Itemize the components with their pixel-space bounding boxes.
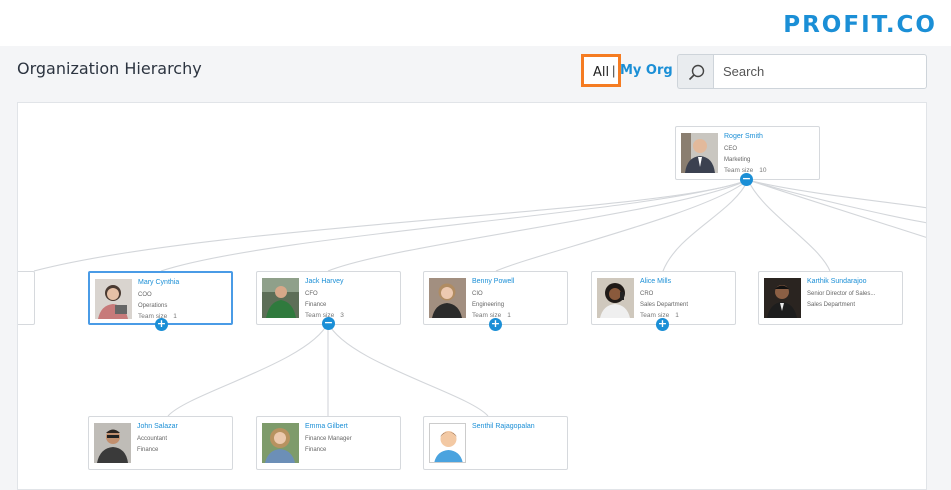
node-name[interactable]: Senthil Rajagopalan [472,423,535,430]
node-role: CRO [640,291,654,297]
avatar [94,423,131,463]
org-node-partial[interactable] [18,271,35,325]
search-input[interactable] [713,54,927,89]
node-name[interactable]: Karthik Sundarajoo [807,278,867,285]
node-department: Operations [138,303,168,309]
node-name[interactable]: John Salazar [137,423,178,430]
node-role: Senior Director of Sales... [807,291,876,297]
page-title: Organization Hierarchy [17,59,202,78]
org-node-emma-gilbert[interactable]: Emma Gilbert Finance Manager Finance [256,416,401,470]
avatar [597,278,634,318]
node-name[interactable]: Roger Smith [724,133,763,140]
filter-my-org-link[interactable]: My Org [620,63,673,78]
node-department: Sales Department [640,302,689,308]
org-node-john-salazar[interactable]: John Salazar Accountant Finance [88,416,233,470]
profitco-logo[interactable]: PROFIT.CO [783,12,937,38]
expand-toggle-alice-mills[interactable]: + [656,318,669,331]
node-role: CIO [472,291,483,297]
node-department: Engineering [472,302,505,308]
filter-separator: | [612,63,616,78]
node-role: CEO [724,146,738,152]
node-department: Finance [305,302,327,308]
avatar-placeholder [429,423,466,463]
user-avatar-icon [430,424,465,462]
node-role: Accountant [137,436,168,442]
avatar [95,279,132,319]
node-role: Finance Manager [305,436,352,442]
node-name[interactable]: Emma Gilbert [305,423,348,430]
avatar [764,278,801,318]
node-name[interactable]: Benny Powell [472,278,514,285]
search-button[interactable] [677,54,714,89]
node-department: Finance [137,447,159,453]
avatar [681,133,718,173]
avatar [429,278,466,318]
org-node-karthik-sundarajoo[interactable]: Karthik Sundarajoo Senior Director of Sa… [758,271,903,325]
avatar [262,423,299,463]
top-bar: PROFIT.CO [0,0,951,46]
node-role: COO [138,292,152,298]
search-icon [688,64,705,81]
org-node-senthil-rajagopalan[interactable]: Senthil Rajagopalan [423,416,568,470]
expand-toggle-mary-cynthia[interactable]: + [155,318,168,331]
collapse-toggle-roger-smith[interactable]: − [740,173,753,186]
org-chart-canvas[interactable]: Roger Smith CEO Marketing Team size 10 − … [17,102,927,490]
node-name[interactable]: Jack Harvey [305,278,344,285]
node-department: Finance [305,447,327,453]
expand-toggle-benny-powell[interactable]: + [489,318,502,331]
collapse-toggle-jack-harvey[interactable]: − [322,317,335,330]
node-department: Marketing [724,157,751,163]
node-name[interactable]: Alice Mills [640,278,671,285]
node-name[interactable]: Mary Cynthia [138,279,179,286]
avatar [262,278,299,318]
node-role: CFO [305,291,318,297]
node-department: Sales Department [807,302,856,308]
